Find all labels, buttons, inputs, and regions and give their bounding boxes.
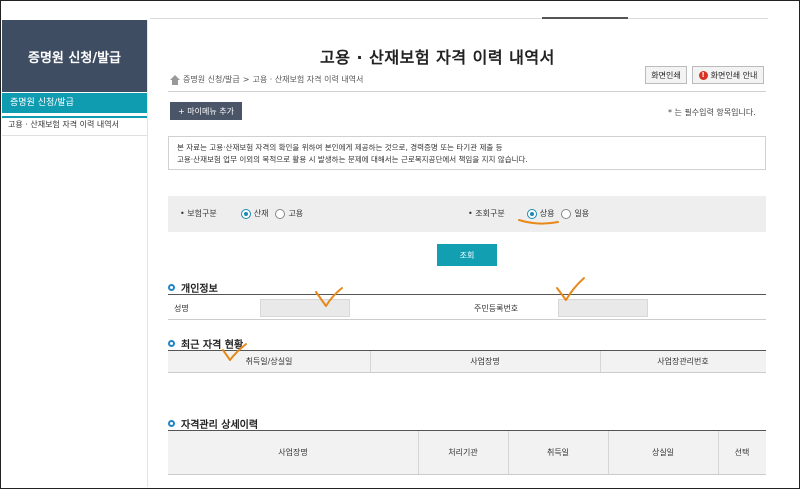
query-option-label: 일용 [574, 209, 590, 218]
section-bullet-icon [168, 340, 175, 347]
top-navigation-line [150, 17, 768, 19]
sidebar-divider [147, 20, 148, 487]
radio-icon[interactable] [275, 208, 286, 219]
column-header: 선택 [734, 448, 750, 457]
radio-icon[interactable] [240, 208, 251, 219]
breadcrumb-item-current: 고용 · 산재보험 자격 이력 내역서 [252, 75, 364, 84]
query-type-label: • 조회구분 [468, 209, 505, 218]
sidebar-item-selected[interactable]: 증명원 신청/발급 [2, 93, 147, 113]
section-bullet-icon [168, 420, 175, 427]
breadcrumb-separator: > [242, 75, 250, 84]
notice-line-2: 고용·산재보험 업무 이외의 목적으로 활용 시 발생하는 문제에 대해서는 근… [177, 155, 528, 164]
column-header: 사업장관리번호 [657, 357, 709, 366]
sidebar-subitem-qualification-history[interactable]: 고용 · 산재보험 자격 이력 내역서 [2, 116, 147, 136]
rrn-field [558, 299, 648, 317]
column-header: 상실일 [651, 448, 675, 457]
print-guide-label: 화면인쇄 안내 [710, 70, 758, 80]
recent-status-heading: 최근 자격 현황 [168, 336, 243, 351]
insurance-type-field: • 보험구분 산재 고용 [180, 208, 310, 219]
add-my-menu-button[interactable]: + 마이메뉴 추가 [170, 102, 242, 120]
section-bullet-icon [168, 284, 175, 291]
insurance-option-label: 고용 [288, 209, 304, 218]
radio-icon[interactable] [526, 208, 537, 219]
insurance-option-label: 산재 [253, 209, 269, 218]
section-rule [168, 294, 766, 295]
column-header: 취득일/상실일 [245, 357, 293, 366]
column-header: 사업장명 [470, 357, 500, 366]
page-title: 고용 · 산재보험 자격 이력 내역서 [320, 48, 555, 67]
sidebar-title: 증명원 신청/발급 [2, 20, 147, 92]
required-note: * 는 필수입력 항목입니다. [668, 108, 756, 117]
insurance-option-goyong[interactable]: 고용 [275, 208, 303, 219]
personal-info-row: 성명 주민등록번호 [168, 296, 766, 320]
name-label: 성명 [174, 304, 189, 313]
info-icon: ! [698, 70, 708, 80]
recent-status-table-header: 취득일/상실일 사업장명 사업장관리번호 [168, 351, 766, 373]
detail-history-title: 자격관리 상세이력 [181, 420, 259, 431]
radio-icon[interactable] [561, 208, 572, 219]
notice-line-1: 본 자료는 고용·산재보험 자격의 확인을 위하여 본인에게 제공하는 것으로,… [177, 143, 503, 152]
query-option-label: 상용 [539, 209, 555, 218]
query-option-sangyong[interactable]: 상용 [526, 208, 555, 219]
search-panel: • 보험구분 산재 고용 • 조회구분 상용 일용 [168, 196, 766, 232]
insurance-option-sanjae[interactable]: 산재 [240, 208, 269, 219]
personal-info-heading: 개인정보 [168, 280, 218, 295]
detail-history-table-header: 사업장명 처리기관 취득일 상실일 선택 [168, 431, 766, 475]
detail-history-heading: 자격관리 상세이력 [168, 416, 258, 431]
print-guide-button[interactable]: ! 화면인쇄 안내 [692, 66, 764, 84]
rrn-label: 주민등록번호 [474, 304, 519, 313]
sidebar: 증명원 신청/발급 증명원 신청/발급 고용 · 산재보험 자격 이력 내역서 [2, 20, 147, 487]
print-screen-button[interactable]: 화면인쇄 [645, 66, 687, 84]
column-header: 사업장명 [278, 448, 308, 457]
active-nav-indicator [542, 17, 628, 19]
query-type-field: • 조회구분 상용 일용 [468, 208, 596, 219]
home-icon[interactable] [170, 74, 180, 85]
insurance-type-label: • 보험구분 [180, 209, 217, 218]
breadcrumb-item[interactable]: 증명원 신청/발급 [183, 74, 240, 85]
column-header: 처리기관 [448, 448, 478, 457]
recent-status-title: 최근 자격 현황 [181, 340, 244, 351]
notice-box: 본 자료는 고용·산재보험 자격의 확인을 위하여 본인에게 제공하는 것으로,… [168, 136, 766, 170]
search-button[interactable]: 조회 [437, 244, 497, 266]
query-option-ilyong[interactable]: 일용 [561, 208, 589, 219]
name-field [260, 299, 350, 317]
personal-info-title: 개인정보 [181, 284, 218, 295]
breadcrumb: 증명원 신청/발급 > 고용 · 산재보험 자격 이력 내역서 [170, 74, 363, 85]
column-header: 취득일 [546, 448, 570, 457]
header-divider [168, 91, 766, 92]
